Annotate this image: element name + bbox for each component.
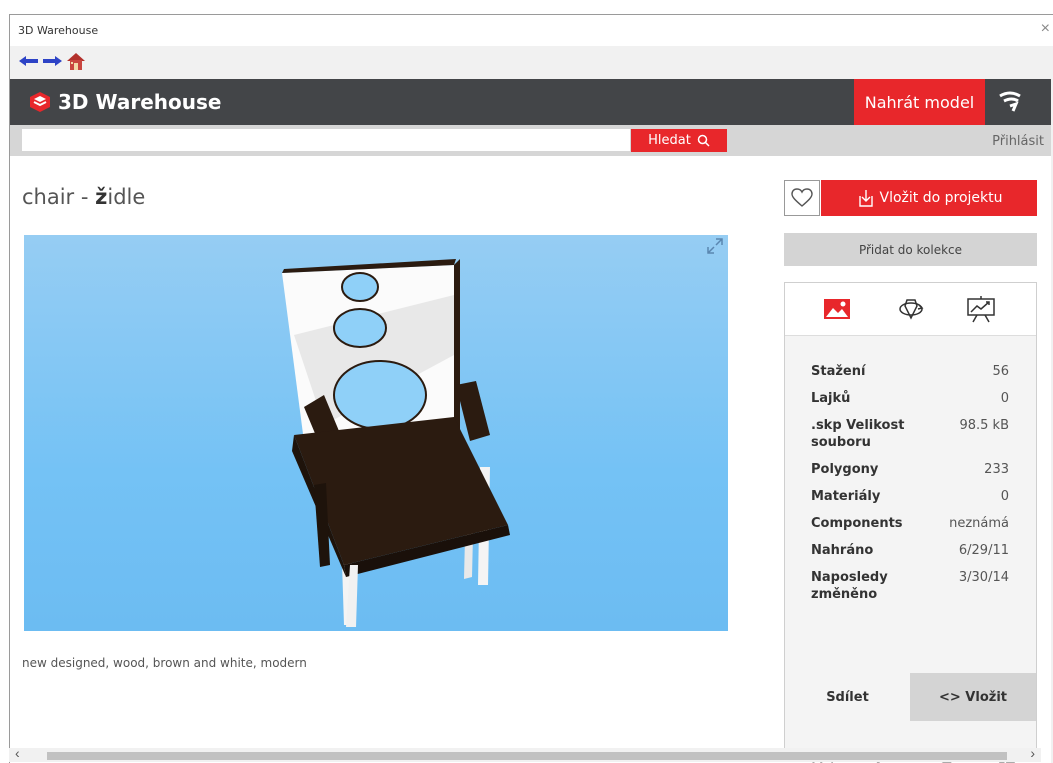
tab-share[interactable]: Sdílet (785, 673, 910, 721)
search-bar: Hledat Přihlásit (10, 125, 1053, 156)
stat-value: neznámá (949, 516, 1009, 531)
upload-model-button[interactable]: Nahrát model (854, 79, 985, 125)
stat-row: Lajků 0 (811, 390, 1009, 407)
title-prefix: chair - (22, 185, 96, 209)
stat-label: Nahráno (811, 543, 874, 558)
login-link[interactable]: Přihlásit (992, 134, 1044, 149)
stat-label: Naposledy změněno (811, 570, 888, 602)
fullscreen-icon[interactable] (706, 237, 724, 260)
stat-value: 0 (1000, 391, 1009, 406)
stat-row: Polygony 233 (811, 461, 1009, 478)
logo-text: 3D Warehouse (58, 90, 222, 114)
warehouse-logo-icon (30, 92, 50, 112)
window-title: 3D Warehouse (18, 24, 99, 37)
heart-icon (791, 188, 813, 207)
title-suffix: idle (107, 185, 146, 209)
arrow-right-icon[interactable] (41, 52, 63, 75)
orbit-3d-icon[interactable] (895, 294, 927, 324)
title-bold: ž (95, 185, 108, 209)
model-tags: new designed, wood, brown and white, mod… (22, 656, 307, 670)
stat-label: .skp Velikost souboru (811, 418, 905, 450)
stat-label: Polygony (811, 462, 879, 477)
stat-label: Lajků (811, 391, 851, 406)
title-bar: 3D Warehouse × (10, 15, 1053, 46)
site-header: 3D Warehouse Nahrát model (10, 79, 1053, 125)
horizontal-scrollbar[interactable]: ‹ › (9, 745, 1041, 762)
search-button-label: Hledat (648, 133, 691, 148)
model-preview[interactable] (24, 235, 728, 631)
stat-value: 3/30/14 (958, 570, 1009, 585)
share-tabs: Sdílet <> Vložit (785, 673, 1036, 721)
stat-value: 56 (992, 364, 1009, 379)
presentation-chart-icon[interactable] (965, 294, 997, 324)
image-icon[interactable] (821, 294, 853, 324)
download-icon (858, 190, 873, 207)
search-button[interactable]: Hledat (631, 129, 727, 152)
add-to-collection-button[interactable]: Přidat do kolekce (784, 233, 1037, 266)
stat-row: Materiály 0 (811, 488, 1009, 505)
navigation-bar (10, 46, 1053, 79)
horizontal-scroll-thumb[interactable] (47, 752, 1007, 760)
page-title: chair - židle (22, 185, 145, 209)
stat-value: 233 (984, 462, 1009, 477)
like-button[interactable] (784, 180, 820, 216)
scroll-left-icon[interactable]: ‹ (15, 745, 20, 761)
chair-model-image (282, 259, 510, 627)
home-icon[interactable] (65, 50, 87, 77)
menu-icon[interactable] (996, 87, 1024, 120)
arrow-left-icon[interactable] (18, 52, 40, 75)
stat-row: Stažení 56 (811, 363, 1009, 380)
stat-row: Nahráno 6/29/11 (811, 542, 1009, 559)
model-stats: Stažení 56 Lajků 0 .skp Velikost souboru 98… (811, 363, 1009, 613)
stat-value: 0 (1000, 489, 1009, 504)
stat-row: .skp Velikost souboru 98.5 kB (811, 417, 1009, 451)
search-input[interactable] (22, 129, 630, 151)
tab-embed[interactable]: <> Vložit (910, 673, 1036, 721)
info-tabs (785, 283, 1036, 336)
search-icon (697, 134, 710, 147)
stat-row: Components neznámá (811, 515, 1009, 532)
site-logo[interactable]: 3D Warehouse (28, 90, 221, 114)
stat-value: 98.5 kB (959, 418, 1009, 433)
stat-value: 6/29/11 (958, 543, 1009, 558)
insert-into-project-button[interactable]: Vložit do projektu (821, 180, 1037, 216)
browser-window: 3D Warehouse × 3D Warehouse Nahrát model… (9, 14, 1053, 763)
insert-label: Vložit do projektu (879, 190, 1003, 206)
stat-label: Components (811, 516, 903, 531)
stat-label: Materiály (811, 489, 881, 504)
scroll-right-icon[interactable]: › (1030, 745, 1035, 761)
close-icon[interactable]: × (1041, 20, 1050, 38)
model-info-panel: Stažení 56 Lajků 0 .skp Velikost souboru 98… (784, 282, 1037, 763)
stat-label: Stažení (811, 364, 866, 379)
stat-row: Naposledy změněno 3/30/14 (811, 569, 1009, 603)
